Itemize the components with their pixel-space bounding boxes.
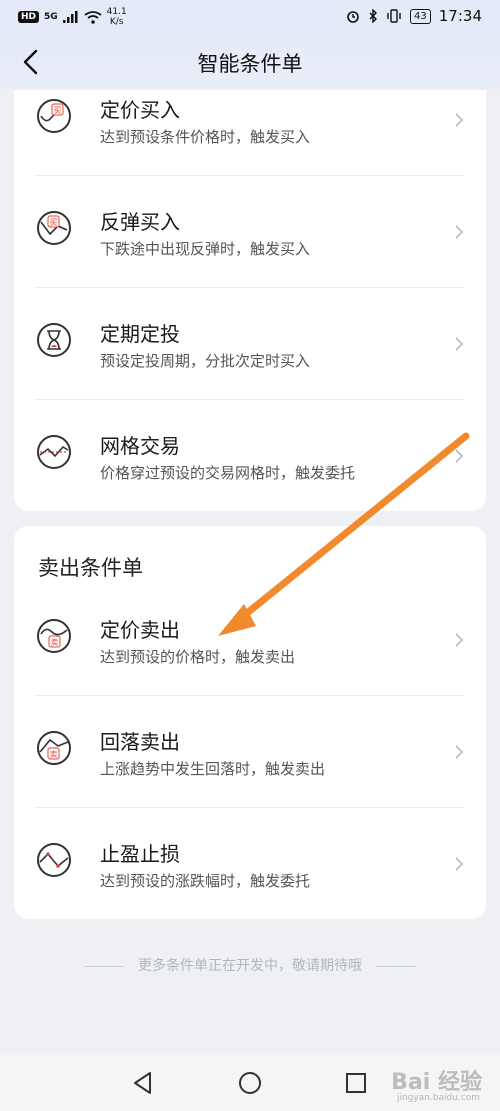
bluetooth-icon [369, 9, 378, 23]
sell-glyph: 卖 [51, 638, 59, 647]
list-item-grid-trade[interactable]: 网格交易 价格穿过预设的交易网格时，触发委托 [14, 400, 486, 511]
price-sell-icon: 卖 [37, 619, 71, 653]
price-buy-icon: 买 [37, 99, 71, 133]
status-right: 43 17:34 [346, 7, 482, 25]
item-desc: 达到预设的涨跌幅时，触发委托 [100, 872, 311, 890]
item-label: 反弹买入 [100, 210, 180, 234]
item-desc: 预设定投周期，分批次定时买入 [100, 352, 311, 370]
item-desc: 达到预设条件价格时，触发买入 [100, 128, 311, 146]
chevron-right-icon [455, 337, 464, 351]
footer-note-text: 更多条件单正在开发中，敬请期待哦 [138, 958, 362, 974]
item-label: 定价买入 [100, 98, 180, 122]
item-label: 定期定投 [100, 322, 180, 346]
wifi-icon [84, 10, 102, 24]
item-label: 网格交易 [100, 434, 180, 458]
chevron-right-icon [455, 745, 464, 759]
hourglass-icon [37, 323, 71, 357]
net-speed-value: 41.1 [106, 7, 127, 17]
pullback-sell-icon: 卖 [37, 731, 71, 765]
list-item-price-sell[interactable]: 卖 定价卖出 达到预设的价格时，触发卖出 [14, 584, 486, 696]
chevron-right-icon [455, 113, 464, 127]
item-desc: 上涨趋势中发生回落时，触发卖出 [100, 760, 326, 778]
signal-icon [62, 11, 78, 23]
item-desc: 下跌途中出现反弹时，触发买入 [100, 240, 311, 258]
net-speed-unit: K/s [109, 17, 124, 27]
list-item-stop-profit-loss[interactable]: 止盈止损 达到预设的涨跌幅时，触发委托 [14, 808, 486, 920]
sell-glyph: 卖 [50, 750, 58, 759]
status-left: HD 5G 41.1 K/s [18, 7, 127, 27]
nav-back-icon[interactable] [130, 1070, 156, 1096]
battery-indicator: 43 [410, 8, 431, 24]
chevron-right-icon [455, 857, 464, 871]
divider-right [376, 965, 416, 967]
list-item-periodic-invest[interactable]: 定期定投 预设定投周期，分批次定时买入 [14, 288, 486, 400]
item-label: 定价卖出 [100, 618, 180, 642]
nav-recents-icon[interactable] [343, 1070, 369, 1096]
item-label: 止盈止损 [100, 842, 180, 866]
list-item-pullback-sell[interactable]: 卖 回落卖出 上涨趋势中发生回落时，触发卖出 [14, 696, 486, 808]
page-title: 智能条件单 [197, 52, 303, 76]
buy-glyph: 买 [50, 218, 58, 227]
watermark: Bai 经验 [391, 1070, 482, 1095]
chevron-right-icon [455, 449, 464, 463]
sell-conditions-card: 卖出条件单 卖 定价卖出 达到预设的价格时，触发卖出 卖 回落卖出 上涨趋势中发… [14, 526, 486, 919]
list-item-rebound-buy[interactable]: 买 反弹买入 下跌途中出现反弹时，触发买入 [14, 176, 486, 288]
item-desc: 价格穿过预设的交易网格时，触发委托 [100, 464, 356, 482]
signal-indicator: 5G [44, 12, 58, 22]
divider-left [84, 965, 124, 967]
chevron-right-icon [455, 225, 464, 239]
section-title-sell: 卖出条件单 [38, 556, 143, 580]
item-desc: 达到预设的价格时，触发卖出 [100, 648, 296, 666]
status-bar: HD 5G 41.1 K/s 43 17:34 [0, 0, 500, 34]
stop-loss-icon [37, 843, 71, 877]
chevron-right-icon [455, 633, 464, 647]
rebound-buy-icon: 买 [37, 211, 71, 245]
nav-home-icon[interactable] [237, 1070, 263, 1096]
list-item-price-buy[interactable]: 买 定价买入 达到预设条件价格时，触发买入 [14, 90, 486, 176]
alarm-icon [347, 11, 359, 23]
net-speed: 41.1 K/s [107, 7, 127, 27]
watermark-sub: jingyan.baidu.com [396, 1093, 480, 1103]
title-bar: 智能条件单 [0, 34, 500, 90]
status-time: 17:34 [438, 7, 482, 25]
buy-conditions-card: 买 定价买入 达到预设条件价格时，触发买入 买 反弹买入 下跌途中出现反弹时，触… [14, 90, 486, 511]
footer-note: 更多条件单正在开发中，敬请期待哦 [0, 955, 500, 975]
item-label: 回落卖出 [100, 730, 180, 754]
buy-glyph: 买 [54, 106, 62, 115]
hd-badge: HD [18, 11, 40, 23]
grid-trade-icon [37, 435, 71, 469]
vibrate-icon [387, 9, 401, 23]
